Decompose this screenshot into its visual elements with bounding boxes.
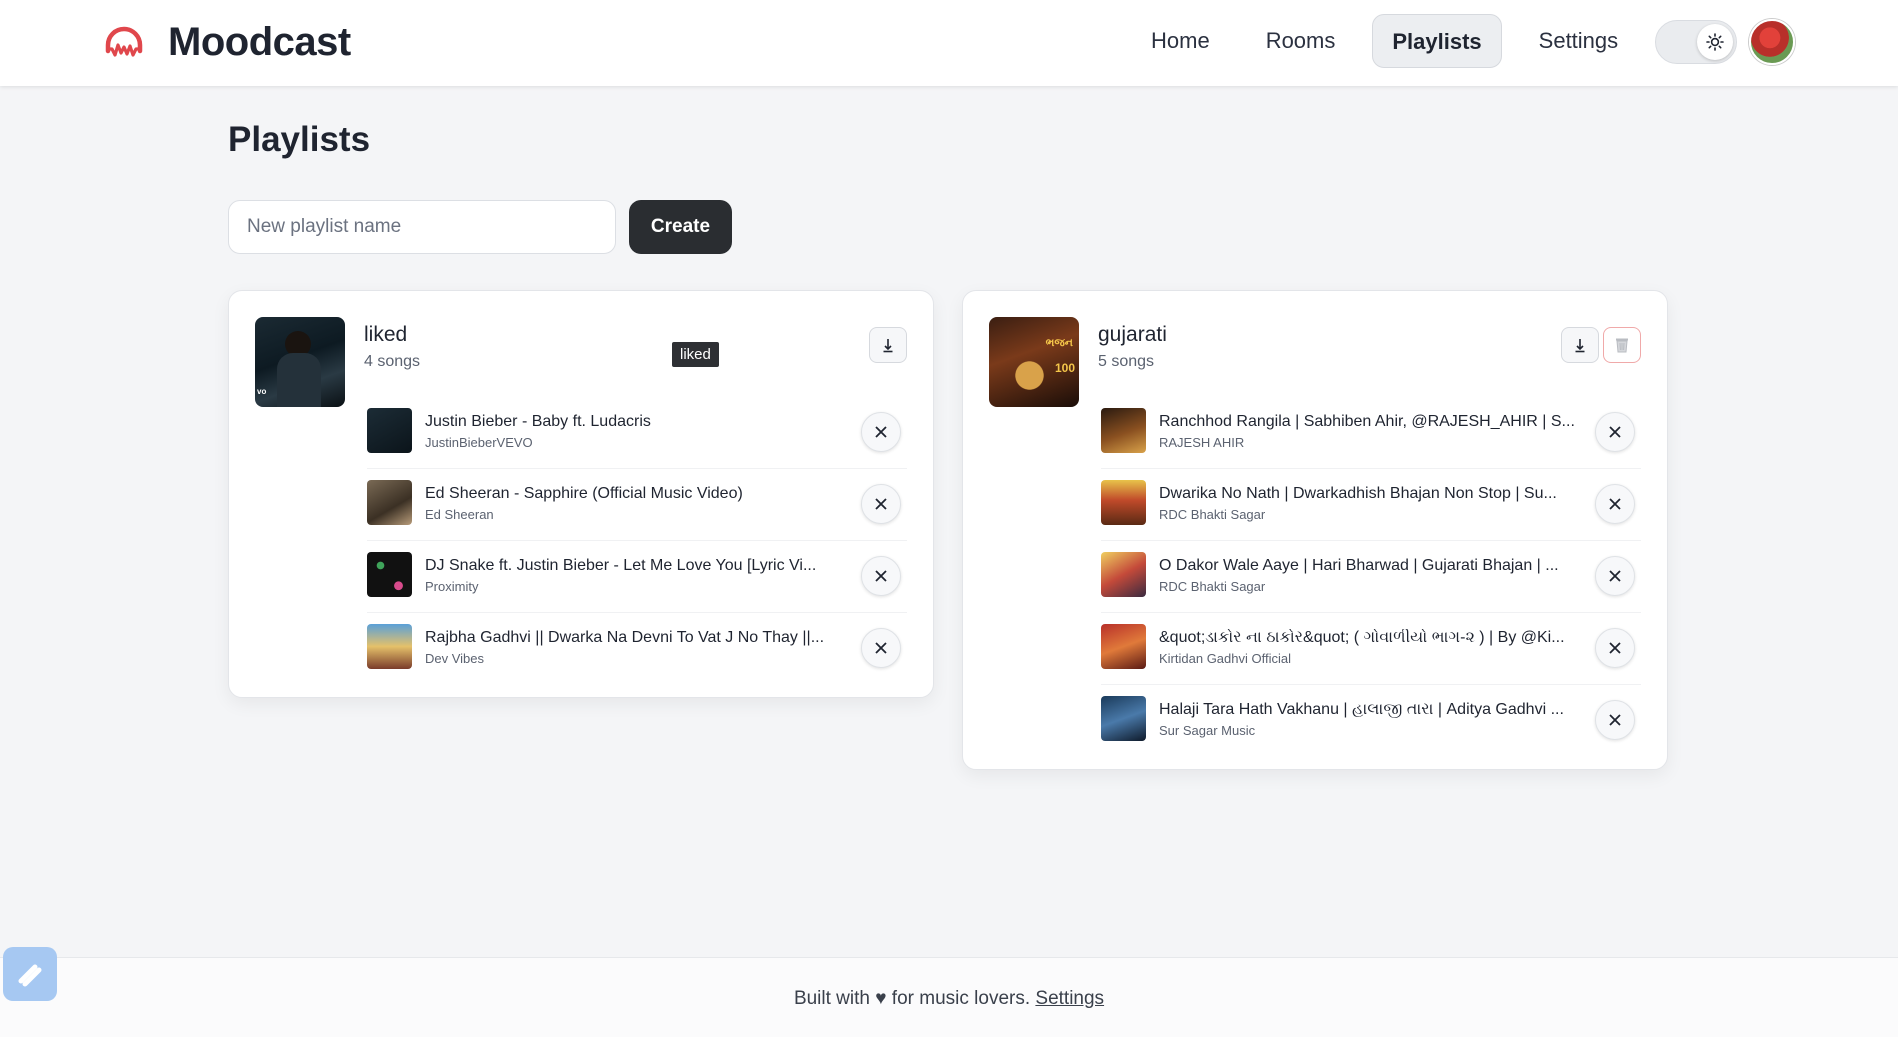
nav-playlists[interactable]: Playlists <box>1372 14 1502 68</box>
brand[interactable]: Moodcast <box>104 20 351 65</box>
list-item[interactable]: Halaji Tara Hath Vakhanu | હાલાજી તારા |… <box>1101 685 1641 757</box>
song-artist: Ed Sheeran <box>425 507 494 522</box>
remove-song-button[interactable] <box>861 556 901 596</box>
song-artist: Proximity <box>425 579 479 594</box>
new-playlist-input[interactable] <box>228 200 616 254</box>
nav-settings[interactable]: Settings <box>1520 14 1638 68</box>
song-title: O Dakor Wale Aaye | Hari Bharwad | Gujar… <box>1159 557 1559 574</box>
close-icon <box>875 498 887 510</box>
song-title: Halaji Tara Hath Vakhanu | હાલાજી તારા |… <box>1159 701 1564 718</box>
footer-text: Built with ♥ for music lovers. <box>793 988 1031 1009</box>
song-thumbnail <box>367 408 412 453</box>
floating-tool-icon[interactable] <box>3 947 57 1001</box>
close-icon <box>875 642 887 654</box>
close-icon <box>1609 426 1621 438</box>
song-title: DJ Snake ft. Justin Bieber - Let Me Love… <box>425 557 817 574</box>
song-thumbnail <box>1101 408 1146 453</box>
close-icon <box>1609 570 1621 582</box>
close-icon <box>875 426 887 438</box>
remove-song-button[interactable] <box>861 484 901 524</box>
create-playlist-button[interactable]: Create <box>629 200 732 254</box>
song-artist: Kirtidan Gadhvi Official <box>1159 651 1291 666</box>
theme-toggle[interactable] <box>1655 20 1737 64</box>
playlist-card-liked: vo liked 4 songs liked Justin Bieber - B… <box>228 290 934 698</box>
song-title: &quot;ડાકોર ના ઠાકોર&quot; ( ગોવાળીયો ભા… <box>1159 629 1565 646</box>
app-name: Moodcast <box>168 20 351 64</box>
tooltip: liked <box>672 342 719 367</box>
user-avatar[interactable] <box>1749 19 1795 65</box>
playlist-cover: ભજન 100 <box>989 317 1079 407</box>
footer-settings-link[interactable]: Settings <box>1035 988 1104 1009</box>
list-item[interactable]: Justin Bieber - Baby ft. Ludacris Justin… <box>367 397 907 469</box>
delete-playlist-button[interactable] <box>1603 327 1641 363</box>
playlist-card-gujarati: ભજન 100 gujarati 5 songs Ranchhod Rangil… <box>962 290 1668 770</box>
song-thumbnail <box>1101 696 1146 741</box>
headphones-logo-icon <box>105 26 143 57</box>
song-artist: RDC Bhakti Sagar <box>1159 579 1266 594</box>
sun-icon <box>1706 33 1724 51</box>
song-title: Rajbha Gadhvi || Dwarka Na Devni To Vat … <box>425 629 825 646</box>
footer: Built with ♥ for music lovers. Settings <box>0 957 1898 1037</box>
list-item[interactable]: &quot;ડાકોર ના ઠાકોર&quot; ( ગોવાળીયો ભા… <box>1101 613 1641 685</box>
playlist-name[interactable]: gujarati <box>1098 323 1167 347</box>
download-playlist-button[interactable] <box>869 327 907 363</box>
remove-song-button[interactable] <box>861 628 901 668</box>
song-title: Dwarika No Nath | Dwarkadhish Bhajan Non… <box>1159 485 1557 502</box>
playlist-song-count: 5 songs <box>1098 353 1155 370</box>
song-thumbnail <box>1101 480 1146 525</box>
toggle-knob <box>1697 24 1733 60</box>
song-thumbnail <box>367 552 412 597</box>
download-icon <box>1575 339 1585 353</box>
close-icon <box>1609 714 1621 726</box>
trash-icon <box>1616 338 1628 353</box>
list-item[interactable]: Rajbha Gadhvi || Dwarka Na Devni To Vat … <box>367 613 907 685</box>
remove-song-button[interactable] <box>1595 556 1635 596</box>
song-artist: RAJESH AHIR <box>1159 435 1245 450</box>
page-title: Playlists <box>228 120 371 159</box>
song-list: Ranchhod Rangila | Sabhiben Ahir, @RAJES… <box>1101 397 1641 757</box>
download-icon <box>883 339 893 353</box>
song-artist: JustinBieberVEVO <box>425 435 533 450</box>
top-bar: Moodcast Home Rooms Playlists Settings <box>0 0 1898 86</box>
song-thumbnail <box>367 624 412 669</box>
song-artist: Sur Sagar Music <box>1159 723 1256 738</box>
list-item[interactable]: O Dakor Wale Aaye | Hari Bharwad | Gujar… <box>1101 541 1641 613</box>
playlist-cover: vo <box>255 317 345 407</box>
remove-song-button[interactable] <box>861 412 901 452</box>
paperclip-icon <box>18 964 42 987</box>
close-icon <box>1609 498 1621 510</box>
nav-home[interactable]: Home <box>1132 14 1229 68</box>
song-title: Ranchhod Rangila | Sabhiben Ahir, @RAJES… <box>1159 413 1575 430</box>
list-item[interactable]: Dwarika No Nath | Dwarkadhish Bhajan Non… <box>1101 469 1641 541</box>
download-playlist-button[interactable] <box>1561 327 1599 363</box>
list-item[interactable]: Ranchhod Rangila | Sabhiben Ahir, @RAJES… <box>1101 397 1641 469</box>
remove-song-button[interactable] <box>1595 412 1635 452</box>
list-item[interactable]: DJ Snake ft. Justin Bieber - Let Me Love… <box>367 541 907 613</box>
remove-song-button[interactable] <box>1595 628 1635 668</box>
nav-rooms[interactable]: Rooms <box>1247 14 1355 68</box>
song-thumbnail <box>1101 624 1146 669</box>
song-title: Justin Bieber - Baby ft. Ludacris <box>425 413 651 430</box>
song-thumbnail <box>1101 552 1146 597</box>
close-icon <box>1609 642 1621 654</box>
song-artist: RDC Bhakti Sagar <box>1159 507 1266 522</box>
song-title: Ed Sheeran - Sapphire (Official Music Vi… <box>425 485 743 502</box>
song-artist: Dev Vibes <box>425 651 485 666</box>
song-thumbnail <box>367 480 412 525</box>
close-icon <box>875 570 887 582</box>
remove-song-button[interactable] <box>1595 700 1635 740</box>
playlist-song-count: 4 songs <box>364 353 421 370</box>
song-list: Justin Bieber - Baby ft. Ludacris Justin… <box>367 397 907 685</box>
playlist-name[interactable]: liked <box>364 323 407 347</box>
remove-song-button[interactable] <box>1595 484 1635 524</box>
list-item[interactable]: Ed Sheeran - Sapphire (Official Music Vi… <box>367 469 907 541</box>
main-nav: Home Rooms Playlists Settings <box>1132 14 1655 68</box>
